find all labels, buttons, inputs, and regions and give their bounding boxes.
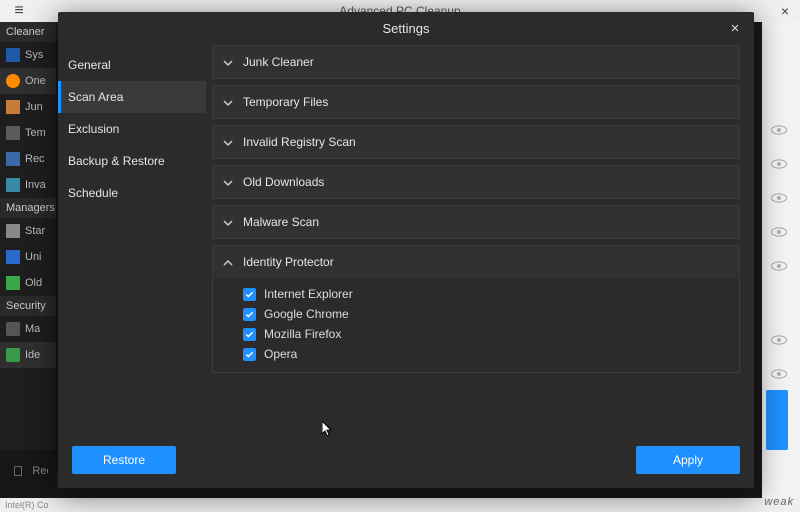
modal-title: Settings (383, 21, 430, 36)
chevron-down-icon (223, 177, 233, 187)
option-internet-explorer[interactable]: Internet Explorer (243, 284, 729, 304)
chevron-up-icon (223, 257, 233, 267)
section-header[interactable]: Malware Scan (213, 206, 739, 238)
sidebar-item-scan-area[interactable]: Scan Area (58, 81, 206, 113)
section-header[interactable]: Invalid Registry Scan (213, 126, 739, 158)
section-temporary-files: Temporary Files (212, 85, 740, 119)
recycle-icon (6, 152, 20, 166)
option-label: Google Chrome (264, 307, 349, 321)
startup-icon (6, 224, 20, 238)
section-body: Internet Explorer Google Chrome Mozilla … (213, 278, 739, 372)
checkbox-checked[interactable] (243, 348, 256, 361)
option-label: Internet Explorer (264, 287, 353, 301)
section-header[interactable]: Temporary Files (213, 86, 739, 118)
sidebar-item-backup-restore[interactable]: Backup & Restore (58, 145, 206, 177)
bg-nav-item[interactable]: Tem (25, 127, 46, 139)
monitor-icon (6, 48, 20, 62)
bg-close-icon[interactable]: × (770, 0, 800, 22)
chevron-down-icon (223, 137, 233, 147)
eye-icon[interactable] (770, 224, 788, 234)
option-mozilla-firefox[interactable]: Mozilla Firefox (243, 324, 729, 344)
junk-icon (6, 100, 20, 114)
section-invalid-registry: Invalid Registry Scan (212, 125, 740, 159)
bg-nav-item[interactable]: Inva (25, 179, 46, 191)
sidebar-item-schedule[interactable]: Schedule (58, 177, 206, 209)
bg-rec-label: Rec (32, 465, 48, 477)
chevron-down-icon (223, 217, 233, 227)
sidebar-item-exclusion[interactable]: Exclusion (58, 113, 206, 145)
status-text: Intel(R) Co (5, 500, 49, 510)
identity-icon (6, 348, 20, 362)
broom-icon (6, 74, 20, 88)
bg-rec-block: Rec (0, 450, 56, 498)
checkbox-checked[interactable] (243, 308, 256, 321)
section-title: Junk Cleaner (243, 55, 314, 69)
section-header[interactable]: Identity Protector (213, 246, 739, 278)
option-opera[interactable]: Opera (243, 344, 729, 364)
bg-nav-item[interactable]: Ide (25, 349, 40, 361)
eye-icon[interactable] (770, 366, 788, 376)
status-bar: Intel(R) Co (0, 498, 800, 512)
bg-nav-item[interactable]: Old (25, 277, 42, 289)
bg-nav-hdr-cleaner: Cleaner (0, 22, 56, 42)
hamburger-icon[interactable]: ≡ (0, 0, 38, 22)
eye-icon[interactable] (770, 332, 788, 342)
bg-right-pane (762, 22, 800, 498)
settings-modal: Settings × General Scan Area Exclusion B… (58, 12, 754, 488)
bg-blue-button[interactable] (766, 390, 788, 450)
checkbox-checked[interactable] (243, 288, 256, 301)
section-old-downloads: Old Downloads (212, 165, 740, 199)
registry-icon (6, 178, 20, 192)
bg-nav-item[interactable]: Ma (25, 323, 40, 335)
bg-nav-item[interactable]: One (25, 75, 46, 87)
uninstall-icon (6, 250, 20, 264)
shield-icon (6, 322, 20, 336)
section-header[interactable]: Old Downloads (213, 166, 739, 198)
bg-nav-item[interactable]: Uni (25, 251, 42, 263)
eye-icon[interactable] (770, 122, 788, 132)
section-title: Malware Scan (243, 215, 319, 229)
option-label: Mozilla Firefox (264, 327, 341, 341)
chevron-down-icon (223, 57, 233, 67)
modal-footer: Restore Apply (58, 436, 754, 488)
section-title: Identity Protector (243, 255, 334, 269)
eye-icon[interactable] (770, 156, 788, 166)
bg-nav-item[interactable]: Sys (25, 49, 43, 61)
section-junk-cleaner: Junk Cleaner (212, 45, 740, 79)
rec-checkbox[interactable] (14, 466, 22, 476)
option-google-chrome[interactable]: Google Chrome (243, 304, 729, 324)
watermark: weak (764, 496, 794, 508)
section-malware-scan: Malware Scan (212, 205, 740, 239)
chevron-down-icon (223, 97, 233, 107)
bg-nav-item[interactable]: Rec (25, 153, 45, 165)
bg-nav-item[interactable]: Star (25, 225, 45, 237)
temp-icon (6, 126, 20, 140)
restore-button[interactable]: Restore (72, 446, 176, 474)
sidebar-item-general[interactable]: General (58, 49, 206, 81)
section-title: Temporary Files (243, 95, 328, 109)
section-identity-protector: Identity Protector Internet Explorer Goo… (212, 245, 740, 373)
close-icon[interactable]: × (726, 20, 744, 38)
option-label: Opera (264, 347, 297, 361)
eye-icon[interactable] (770, 258, 788, 268)
bg-nav-hdr-managers: Managers (0, 198, 56, 218)
section-header[interactable]: Junk Cleaner (213, 46, 739, 78)
bg-nav-hdr-security: Security (0, 296, 56, 316)
eye-icon[interactable] (770, 190, 788, 200)
section-title: Old Downloads (243, 175, 324, 189)
apply-button[interactable]: Apply (636, 446, 740, 474)
checkbox-checked[interactable] (243, 328, 256, 341)
settings-sidebar: General Scan Area Exclusion Backup & Res… (58, 45, 206, 436)
section-title: Invalid Registry Scan (243, 135, 356, 149)
download-icon (6, 276, 20, 290)
modal-title-bar: Settings × (58, 12, 754, 45)
bg-left-nav: Cleaner Sys One Jun Tem Rec Inva Manager… (0, 22, 56, 498)
settings-main: Junk Cleaner Temporary Files Invalid Reg… (206, 45, 754, 436)
bg-nav-item[interactable]: Jun (25, 101, 43, 113)
